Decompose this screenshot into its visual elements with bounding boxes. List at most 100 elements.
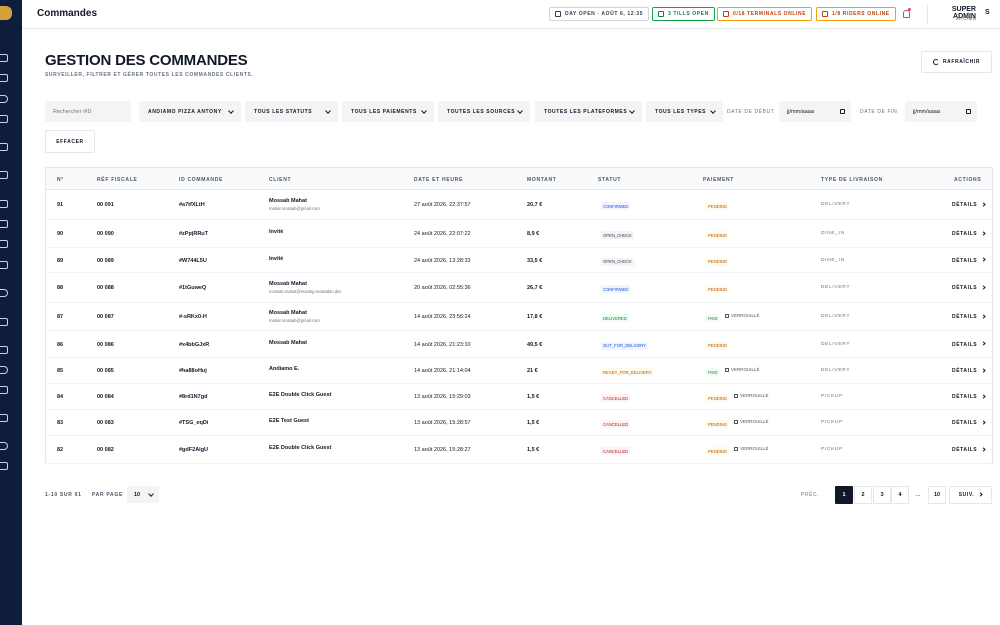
details-label: DÉTAILS [952, 420, 978, 426]
order-amount: 1,5 € [527, 394, 540, 400]
search-input[interactable] [45, 101, 131, 122]
refresh-button[interactable]: RAFRAÎCHIR [921, 51, 992, 73]
chevron-right-icon [981, 446, 986, 452]
platform-select[interactable]: TOUTES LES PLATEFORMES [535, 101, 642, 122]
order-id[interactable]: #TSG_eqDi [179, 420, 208, 426]
list-icon[interactable] [0, 220, 8, 228]
clock-icon[interactable] [0, 289, 8, 297]
order-number: 87 [57, 314, 64, 320]
clipboard-icon[interactable] [0, 171, 8, 179]
day-status-badge[interactable]: DAY OPEN · AOÛT 6, 12:35 [549, 7, 650, 21]
details-button[interactable]: DÉTAILS [952, 230, 986, 237]
brand-logo-icon[interactable] [0, 6, 12, 20]
table-row[interactable]: 85 00 085 #ha88oHuj Andiamo E. 14 août 2026,… [46, 358, 992, 384]
details-button[interactable]: DÉTAILS [952, 284, 986, 291]
order-number: 86 [57, 341, 64, 348]
chevron-down-icon [228, 107, 234, 114]
clear-filters-button[interactable]: EFFACER [45, 130, 95, 153]
status-badge: CANCELLED [601, 447, 631, 455]
page-button-2[interactable]: 2 [854, 486, 872, 504]
page-button-3[interactable]: 3 [873, 486, 891, 504]
type-select[interactable]: TOUS LES TYPES [646, 101, 723, 122]
page-ellipsis: ... [910, 486, 926, 504]
table-row[interactable]: 82 00 082 #gdF2AlgU E2E Double Click Guest 1… [46, 436, 992, 464]
table-row[interactable]: 91 00 091 #a7tfXLtH Mossab Mahat mahat.mossa… [46, 190, 992, 220]
wrench-icon[interactable] [0, 462, 8, 470]
users-icon[interactable] [0, 366, 8, 374]
gear-icon[interactable] [0, 442, 8, 450]
order-id[interactable]: #8rd1N7gd [179, 394, 207, 400]
details-button[interactable]: DÉTAILS [952, 367, 986, 374]
locked-indicator: VERROUILLÉ [725, 367, 760, 372]
order-id[interactable]: #W744L5U [179, 258, 207, 264]
restaurant-select-value: ANDIAMO PIZZA ANTONY [148, 108, 222, 115]
riders-badge[interactable]: 1/8 RIDERS ONLINE [816, 7, 896, 21]
card-icon[interactable] [0, 346, 8, 354]
details-button[interactable]: DÉTAILS [952, 257, 986, 264]
refresh-icon [932, 59, 939, 65]
tills-badge[interactable]: 3 TILLS OPEN [652, 7, 715, 21]
terminals-badge[interactable]: 0/18 TERMINALS ONLINE [717, 7, 813, 21]
order-number: 89 [57, 257, 64, 264]
book-icon[interactable] [0, 200, 8, 208]
end-date-input[interactable]: jj/mm/aaaa [905, 101, 977, 122]
table-row[interactable]: 88 00 088 #1tGuweQ Mossab Mahat mossab.mahat… [46, 273, 992, 303]
details-button[interactable]: DÉTAILS [952, 341, 986, 348]
page-button-1[interactable]: 1 [835, 486, 853, 504]
location-icon[interactable] [0, 95, 8, 103]
order-amount: 20,7 € [527, 202, 543, 208]
lock-icon [734, 420, 738, 424]
table-row[interactable]: 86 00 086 #x4bbGJxR Mossab Mahat 14 août 202… [46, 331, 992, 358]
order-id[interactable]: #1tGuweQ [179, 285, 206, 291]
per-page-select[interactable]: 10 [127, 486, 159, 503]
order-id[interactable]: #zPpjRRuT [179, 231, 208, 237]
payment-badge: PENDING [706, 285, 730, 293]
order-id[interactable]: #a7tfXLtH [179, 202, 205, 208]
table-row[interactable]: 84 00 084 #8rd1N7gd E2E Double Click Guest 1… [46, 384, 992, 410]
dashboard-icon[interactable] [0, 54, 8, 62]
next-page-button[interactable]: SUIV. [949, 486, 992, 504]
page-subtitle: SURVEILLER, FILTRER ET GÉRER TOUTES LES … [45, 72, 254, 78]
details-button[interactable]: DÉTAILS [952, 419, 986, 426]
lock-icon [725, 314, 729, 318]
prev-page-button[interactable]: PRÉC. [790, 486, 830, 504]
order-id[interactable]: #gdF2AlgU [179, 447, 208, 453]
order-number: 90 [57, 231, 64, 237]
client-name: Mossab Mahat [269, 281, 307, 287]
order-amount: 21 € [527, 368, 538, 374]
archive-icon[interactable] [0, 240, 8, 248]
source-select[interactable]: TOUTES LES SOURCES [438, 101, 530, 122]
page-button-4[interactable]: 4 [891, 486, 909, 504]
order-id[interactable]: #-sRKx0-H [179, 314, 207, 320]
inbox-icon[interactable] [0, 115, 8, 123]
status-badge: CONFIRMED [601, 285, 631, 293]
tills-text: 3 TILLS OPEN [668, 11, 709, 17]
wallet-icon[interactable] [0, 318, 8, 326]
order-id[interactable]: #x4bbGJxR [179, 342, 209, 348]
bell-icon[interactable] [903, 10, 910, 18]
table-row[interactable]: 90 00 090 #zPpjRRuT Invité 24 août 2026, 22:… [46, 220, 992, 248]
delivery-type: DELIVERY [821, 285, 851, 290]
bike-icon[interactable] [0, 414, 8, 422]
details-button[interactable]: DÉTAILS [952, 393, 986, 400]
restaurant-select[interactable]: ANDIAMO PIZZA ANTONY [139, 101, 241, 122]
details-button[interactable]: DÉTAILS [952, 446, 986, 453]
table-row[interactable]: 87 00 087 #-sRKx0-H Mossab Mahat mahat.mossa… [46, 303, 992, 331]
prev-page-label: PRÉC. [800, 492, 820, 498]
fiscal-ref: 00 091 [97, 202, 114, 208]
mail-icon[interactable] [0, 386, 8, 394]
table-row[interactable]: 83 00 083 #TSG_eqDi E2E Test Guest 13 août 2… [46, 410, 992, 436]
payment-select[interactable]: TOUS LES PAIEMENTS [342, 101, 434, 122]
details-button[interactable]: DÉTAILS [952, 313, 986, 320]
page-button-10[interactable]: 10 [928, 486, 946, 504]
table-row[interactable]: 89 00 089 #W744L5U Invité 24 août 2026, 13:2… [46, 248, 992, 273]
status-select[interactable]: TOUS LES STATUTS [245, 101, 338, 122]
order-id[interactable]: #ha88oHuj [179, 368, 207, 374]
start-date-input[interactable]: jj/mm/aaaa [779, 101, 851, 122]
device-icon[interactable] [0, 261, 8, 269]
avatar[interactable]: S [985, 9, 990, 16]
monitor-icon[interactable] [0, 143, 8, 151]
lightning-icon[interactable] [0, 74, 8, 82]
details-button[interactable]: DÉTAILS [952, 201, 986, 208]
details-label: DÉTAILS [952, 202, 978, 208]
